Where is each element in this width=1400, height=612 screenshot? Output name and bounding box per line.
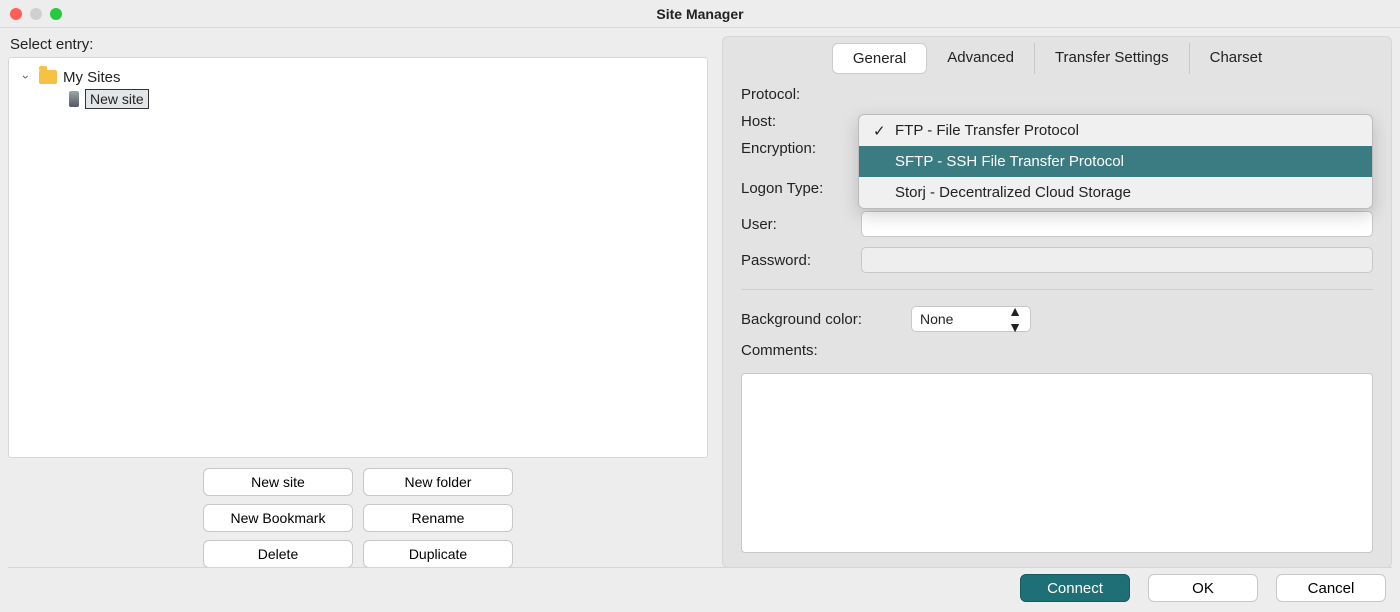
user-label: User: bbox=[741, 216, 851, 233]
folder-icon bbox=[39, 70, 57, 84]
titlebar: Site Manager bbox=[0, 0, 1400, 28]
minimize-window-icon[interactable] bbox=[30, 8, 42, 20]
user-input[interactable] bbox=[861, 211, 1373, 237]
server-icon bbox=[69, 91, 79, 107]
select-arrows-icon: ▲▼ bbox=[1008, 303, 1022, 335]
comments-textarea[interactable] bbox=[741, 373, 1373, 553]
close-window-icon[interactable] bbox=[10, 8, 22, 20]
background-color-value: None bbox=[920, 311, 953, 327]
footer-buttons: Connect OK Cancel bbox=[1020, 568, 1386, 608]
divider bbox=[741, 289, 1373, 290]
zoom-window-icon[interactable] bbox=[50, 8, 62, 20]
connect-button[interactable]: Connect bbox=[1020, 574, 1130, 602]
tab-bar: General Advanced Transfer Settings Chars… bbox=[723, 37, 1391, 74]
general-form: Protocol: Host: Encryption: FTP - File T… bbox=[723, 74, 1391, 371]
new-site-button[interactable]: New site bbox=[203, 468, 353, 496]
background-color-select[interactable]: None ▲▼ bbox=[911, 306, 1031, 332]
cancel-button[interactable]: Cancel bbox=[1276, 574, 1386, 602]
new-folder-button[interactable]: New folder bbox=[363, 468, 513, 496]
logon-type-label: Logon Type: bbox=[741, 180, 851, 197]
encryption-label: Encryption: bbox=[741, 140, 851, 157]
ok-button[interactable]: OK bbox=[1148, 574, 1258, 602]
protocol-label: Protocol: bbox=[741, 86, 851, 103]
tab-advanced[interactable]: Advanced bbox=[927, 43, 1034, 74]
window-title: Site Manager bbox=[0, 6, 1400, 22]
host-label: Host: bbox=[741, 113, 851, 130]
delete-button[interactable]: Delete bbox=[203, 540, 353, 568]
protocol-option-ftp[interactable]: FTP - File Transfer Protocol bbox=[859, 115, 1372, 146]
tree-folder-label: My Sites bbox=[63, 69, 121, 86]
rename-button[interactable]: Rename bbox=[363, 504, 513, 532]
tab-transfer-settings[interactable]: Transfer Settings bbox=[1034, 43, 1189, 74]
password-label: Password: bbox=[741, 252, 851, 269]
select-entry-label: Select entry: bbox=[8, 36, 708, 53]
protocol-option-sftp[interactable]: SFTP - SSH File Transfer Protocol bbox=[859, 146, 1372, 177]
duplicate-button[interactable]: Duplicate bbox=[363, 540, 513, 568]
comments-label: Comments: bbox=[741, 342, 818, 359]
protocol-dropdown[interactable]: FTP - File Transfer Protocol SFTP - SSH … bbox=[858, 114, 1373, 209]
tab-charset[interactable]: Charset bbox=[1189, 43, 1283, 74]
tree-site-row[interactable]: New site bbox=[19, 88, 697, 110]
site-name-edit-field[interactable]: New site bbox=[85, 89, 149, 109]
site-tree[interactable]: › My Sites New site bbox=[8, 57, 708, 458]
background-color-label: Background color: bbox=[741, 311, 901, 328]
password-input[interactable] bbox=[861, 247, 1373, 273]
protocol-option-storj[interactable]: Storj - Decentralized Cloud Storage bbox=[859, 177, 1372, 208]
new-bookmark-button[interactable]: New Bookmark bbox=[203, 504, 353, 532]
traffic-lights bbox=[10, 8, 62, 20]
chevron-down-icon[interactable]: › bbox=[19, 70, 33, 84]
tab-general[interactable]: General bbox=[832, 43, 927, 74]
tree-folder-row[interactable]: › My Sites bbox=[19, 66, 697, 88]
